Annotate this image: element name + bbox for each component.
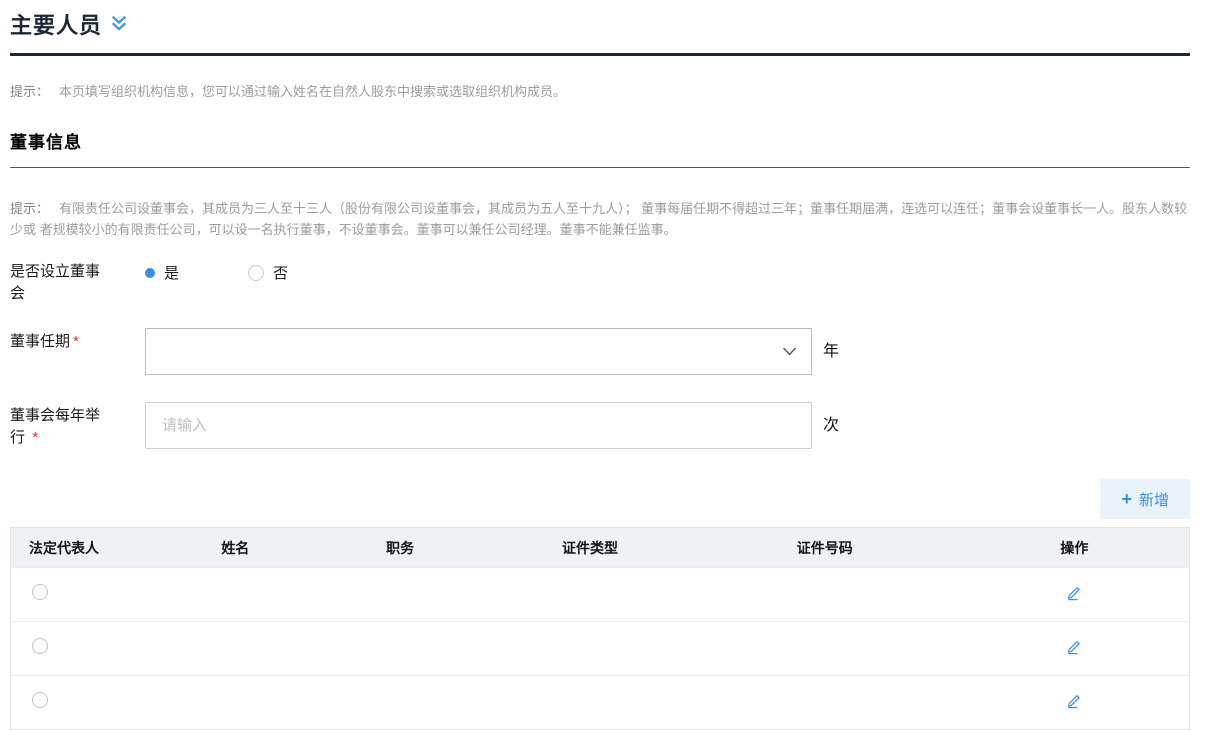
cell-id-type [490,676,690,730]
row-select-radio[interactable] [32,638,48,654]
cell-name [160,568,310,622]
meetings-input[interactable] [145,402,812,449]
header-legal-rep: 法定代表人 [11,528,161,568]
required-mark: * [32,429,38,446]
board-setup-row: 是否设立董事会 是 否 [10,258,1190,306]
director-hint-label: 提示： [10,201,49,216]
director-hint-text: 有限责任公司设董事会，其成员为三人至十三人（股份有限公司设董事会，其成员为五人至… [10,201,1187,237]
radio-option-no[interactable]: 否 [248,262,288,283]
page-title: 主要人员 [10,8,102,40]
cell-id-type [490,622,690,676]
page-container: 主要人员 提示： 本页填写组织机构信息，您可以通过输入姓名在自然人股东中搜索或选取… [0,0,1205,730]
header-position: 职务 [310,528,490,568]
table-header-row: 法定代表人 姓名 职务 证件类型 证件号码 操作 [11,528,1190,568]
pencil-icon [1065,584,1083,602]
cell-id-number [690,622,960,676]
meetings-label: 董事会每年举行 * [10,402,108,449]
radio-no-label: 否 [273,262,288,283]
plus-icon: + [1121,490,1132,508]
header-name: 姓名 [160,528,310,568]
pencil-icon [1065,638,1083,656]
radio-no-icon[interactable] [248,265,264,281]
radio-yes-icon[interactable] [145,268,155,278]
cell-position [310,676,490,730]
meetings-row: 董事会每年举行 * 次 [10,402,1190,449]
header-id-type: 证件类型 [490,528,690,568]
cell-id-number [690,568,960,622]
cell-id-number [690,676,960,730]
director-section-hint: 提示：有限责任公司设董事会，其成员为三人至十三人（股份有限公司设董事会，其成员为… [10,198,1190,240]
term-row: 董事任期* 年 [10,328,1190,375]
header-id-number: 证件号码 [690,528,960,568]
term-unit: 年 [823,328,839,375]
header-actions: 操作 [960,528,1190,568]
cell-name [160,622,310,676]
cell-position [310,568,490,622]
pencil-icon [1065,692,1083,710]
add-button[interactable]: + 新增 [1100,479,1190,519]
edit-row-button[interactable] [1063,636,1085,658]
radio-yes-label: 是 [164,262,179,283]
page-header: 主要人员 [10,8,1190,40]
radio-option-yes[interactable]: 是 [145,262,179,283]
director-form: 是否设立董事会 是 否 董事任期* [10,258,1190,449]
add-button-row: + 新增 [10,479,1190,519]
edit-row-button[interactable] [1063,582,1085,604]
row-select-radio[interactable] [32,584,48,600]
meetings-unit: 次 [823,402,839,449]
term-label: 董事任期* [10,328,108,353]
table-row [11,622,1190,676]
table-row [11,676,1190,730]
board-setup-label: 是否设立董事会 [10,258,108,305]
row-select-radio[interactable] [32,692,48,708]
edit-row-button[interactable] [1063,690,1085,712]
director-section-title: 董事信息 [10,128,1190,168]
required-mark: * [73,333,79,350]
chevron-down-icon [782,343,797,361]
cell-id-type [490,568,690,622]
add-button-label: 新增 [1139,489,1169,510]
term-select[interactable] [145,328,812,375]
page-hint: 提示： 本页填写组织机构信息，您可以通过输入姓名在自然人股东中搜索或选取组织机构成… [10,81,1190,102]
directors-table: 法定代表人 姓名 职务 证件类型 证件号码 操作 [10,527,1190,730]
table-row [11,568,1190,622]
cell-position [310,622,490,676]
cell-name [160,676,310,730]
board-setup-radio-group: 是 否 [145,258,288,283]
title-divider [10,53,1190,56]
page-hint-label: 提示： [10,84,49,99]
page-hint-text: 本页填写组织机构信息，您可以通过输入姓名在自然人股东中搜索或选取组织机构成员。 [59,84,566,99]
double-chevron-down-icon[interactable] [111,15,127,38]
